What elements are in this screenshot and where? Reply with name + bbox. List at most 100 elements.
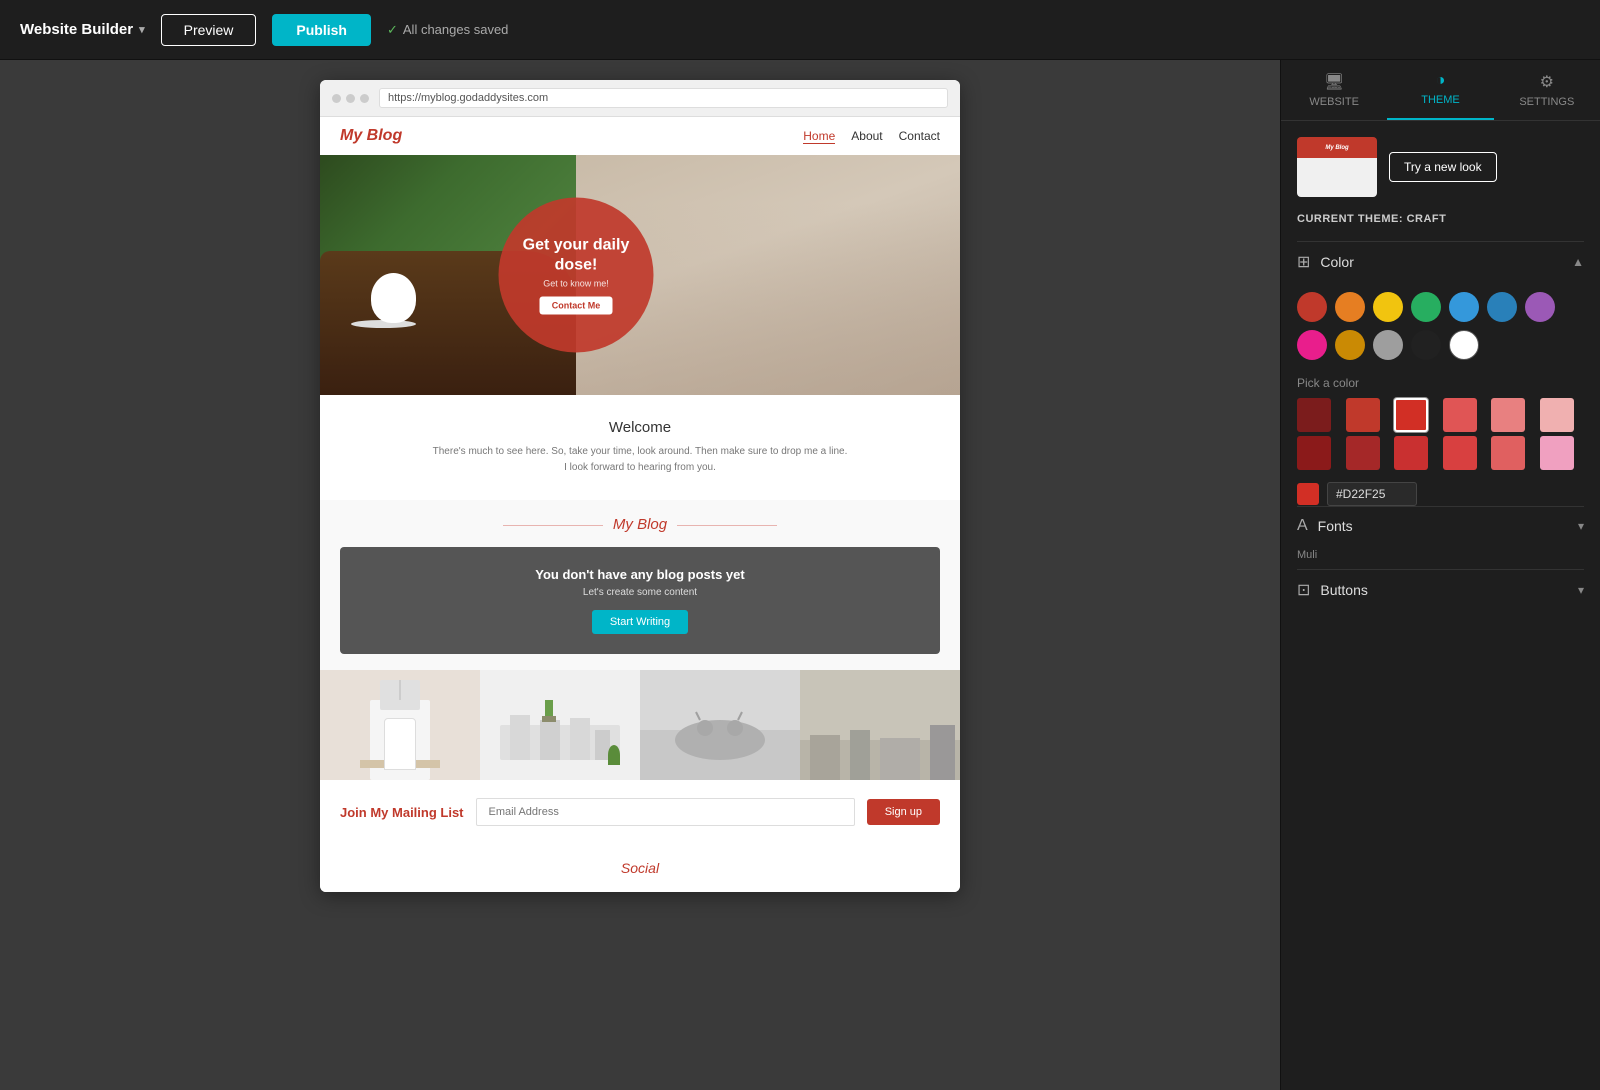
swatch-tan[interactable]: [1335, 330, 1365, 360]
hero-circle: Get your daily dose! Get to know me! Con…: [499, 198, 654, 353]
mailing-title: Join My Mailing List: [340, 805, 464, 820]
preview-button[interactable]: Preview: [161, 14, 257, 46]
blog-empty-title: You don't have any blog posts yet: [360, 567, 920, 582]
canvas-area[interactable]: https://myblog.godaddysites.com My Blog …: [0, 60, 1280, 1090]
photo-cell-1: [320, 670, 480, 780]
app-title[interactable]: Website Builder ▾: [20, 21, 145, 38]
theme-preview-row: My Blog Try a new look: [1297, 137, 1584, 197]
hero-cup: [371, 273, 416, 323]
blog-empty-sub: Let's create some content: [360, 587, 920, 598]
browser-chrome: https://myblog.godaddysites.com: [320, 80, 960, 117]
tab-theme[interactable]: ◑ THEME: [1387, 60, 1493, 120]
hero-cta-button[interactable]: Contact Me: [540, 296, 613, 314]
cp-swatch-9[interactable]: [1394, 436, 1428, 470]
fonts-icon: A: [1297, 517, 1308, 535]
app-title-text: Website Builder: [20, 21, 133, 38]
photo-cell-4: [800, 670, 960, 780]
browser-dots: [332, 94, 369, 103]
swatch-gray[interactable]: [1373, 330, 1403, 360]
cp-swatch-2[interactable]: [1346, 398, 1380, 432]
start-writing-button[interactable]: Start Writing: [592, 610, 688, 634]
tab-website-label: WEBSITE: [1309, 96, 1359, 108]
mailing-section: Join My Mailing List Sign up: [320, 780, 960, 844]
blog-empty-state: You don't have any blog posts yet Let's …: [340, 547, 940, 654]
panel-body: My Blog Try a new look CURRENT THEME: CR…: [1281, 121, 1600, 1090]
color-section-label: Color: [1320, 254, 1353, 270]
panel-tabs: 🖥 WEBSITE ◑ THEME ⚙ SETTINGS: [1281, 60, 1600, 121]
welcome-section: Welcome There's much to see here. So, ta…: [320, 395, 960, 500]
nav-home[interactable]: Home: [803, 129, 835, 144]
welcome-text1: There's much to see here. So, take your …: [340, 444, 940, 460]
social-title: Social: [340, 860, 940, 876]
theme-label-text: CURRENT THEME:: [1297, 213, 1403, 225]
cp-swatch-11[interactable]: [1491, 436, 1525, 470]
website-icon: 🖥: [1324, 72, 1344, 92]
swatch-yellow[interactable]: [1373, 292, 1403, 322]
fonts-section-label: Fonts: [1318, 518, 1353, 534]
buttons-section-header[interactable]: ⊡ Buttons ▾: [1297, 569, 1584, 610]
theme-name: CRAFT: [1407, 213, 1447, 225]
site-footer: Social: [320, 844, 960, 892]
swatch-black[interactable]: [1411, 330, 1441, 360]
welcome-text2: I look forward to hearing from you.: [340, 460, 940, 476]
photo-cell-3: [640, 670, 800, 780]
main-layout: https://myblog.godaddysites.com My Blog …: [0, 60, 1600, 1090]
publish-button[interactable]: Publish: [272, 14, 371, 46]
try-new-look-button[interactable]: Try a new look: [1389, 152, 1497, 182]
buttons-chevron-icon: ▾: [1578, 583, 1584, 597]
tab-settings[interactable]: ⚙ SETTINGS: [1494, 60, 1600, 120]
topbar: Website Builder ▾ Preview Publish ✓ All …: [0, 0, 1600, 60]
swatch-blue[interactable]: [1449, 292, 1479, 322]
browser-url: https://myblog.godaddysites.com: [379, 88, 948, 108]
cp-swatch-3[interactable]: [1394, 398, 1428, 432]
hex-input[interactable]: [1327, 482, 1417, 506]
fonts-sub-label: Muli: [1297, 549, 1584, 561]
buttons-icon: ⊡: [1297, 580, 1310, 600]
hero-title: Get your daily dose!: [514, 236, 639, 274]
signup-button[interactable]: Sign up: [867, 799, 940, 825]
cp-swatch-6[interactable]: [1540, 398, 1574, 432]
tab-website[interactable]: 🖥 WEBSITE: [1281, 60, 1387, 120]
dot-yellow: [346, 94, 355, 103]
swatch-orange[interactable]: [1335, 292, 1365, 322]
site-logo: My Blog: [340, 127, 402, 145]
pick-color-label: Pick a color: [1297, 376, 1584, 390]
browser-frame: https://myblog.godaddysites.com My Blog …: [320, 80, 960, 892]
cp-swatch-5[interactable]: [1491, 398, 1525, 432]
tab-settings-label: SETTINGS: [1519, 96, 1574, 108]
app-title-chevron-icon: ▾: [139, 23, 145, 36]
cp-swatch-7[interactable]: [1297, 436, 1331, 470]
buttons-section-label: Buttons: [1320, 582, 1367, 598]
color-chevron-icon: ▲: [1572, 255, 1584, 269]
cp-swatch-12[interactable]: [1540, 436, 1574, 470]
fonts-chevron-icon: ▾: [1578, 519, 1584, 533]
photo-grid: [320, 670, 960, 780]
blog-section: My Blog You don't have any blog posts ye…: [320, 500, 960, 670]
theme-icon: ◑: [1436, 72, 1446, 90]
photo-cell-2: [480, 670, 640, 780]
site-nav-links[interactable]: Home About Contact: [803, 129, 940, 144]
email-input[interactable]: [476, 798, 855, 826]
hero-sub: Get to know me!: [543, 278, 609, 288]
hero-section: Get your daily dose! Get to know me! Con…: [320, 155, 960, 395]
swatch-red[interactable]: [1297, 292, 1327, 322]
cp-swatch-4[interactable]: [1443, 398, 1477, 432]
current-theme-label: CURRENT THEME: CRAFT: [1297, 213, 1584, 225]
swatch-dark-blue[interactable]: [1487, 292, 1517, 322]
swatch-pink[interactable]: [1297, 330, 1327, 360]
color-section-header[interactable]: ⊞ Color ▲: [1297, 241, 1584, 282]
color-grid-icon: ⊞: [1297, 252, 1310, 272]
nav-contact[interactable]: Contact: [899, 129, 940, 144]
fonts-section-header[interactable]: A Fonts ▾: [1297, 506, 1584, 545]
swatch-green[interactable]: [1411, 292, 1441, 322]
swatch-white[interactable]: [1449, 330, 1479, 360]
tab-theme-label: THEME: [1421, 94, 1460, 106]
swatch-purple[interactable]: [1525, 292, 1555, 322]
saved-status: ✓ All changes saved: [387, 22, 508, 38]
cp-swatch-8[interactable]: [1346, 436, 1380, 470]
cp-swatch-10[interactable]: [1443, 436, 1477, 470]
buttons-section-left: ⊡ Buttons: [1297, 580, 1368, 600]
nav-about[interactable]: About: [851, 129, 882, 144]
cp-swatch-1[interactable]: [1297, 398, 1331, 432]
theme-thumbnail: My Blog: [1297, 137, 1377, 197]
